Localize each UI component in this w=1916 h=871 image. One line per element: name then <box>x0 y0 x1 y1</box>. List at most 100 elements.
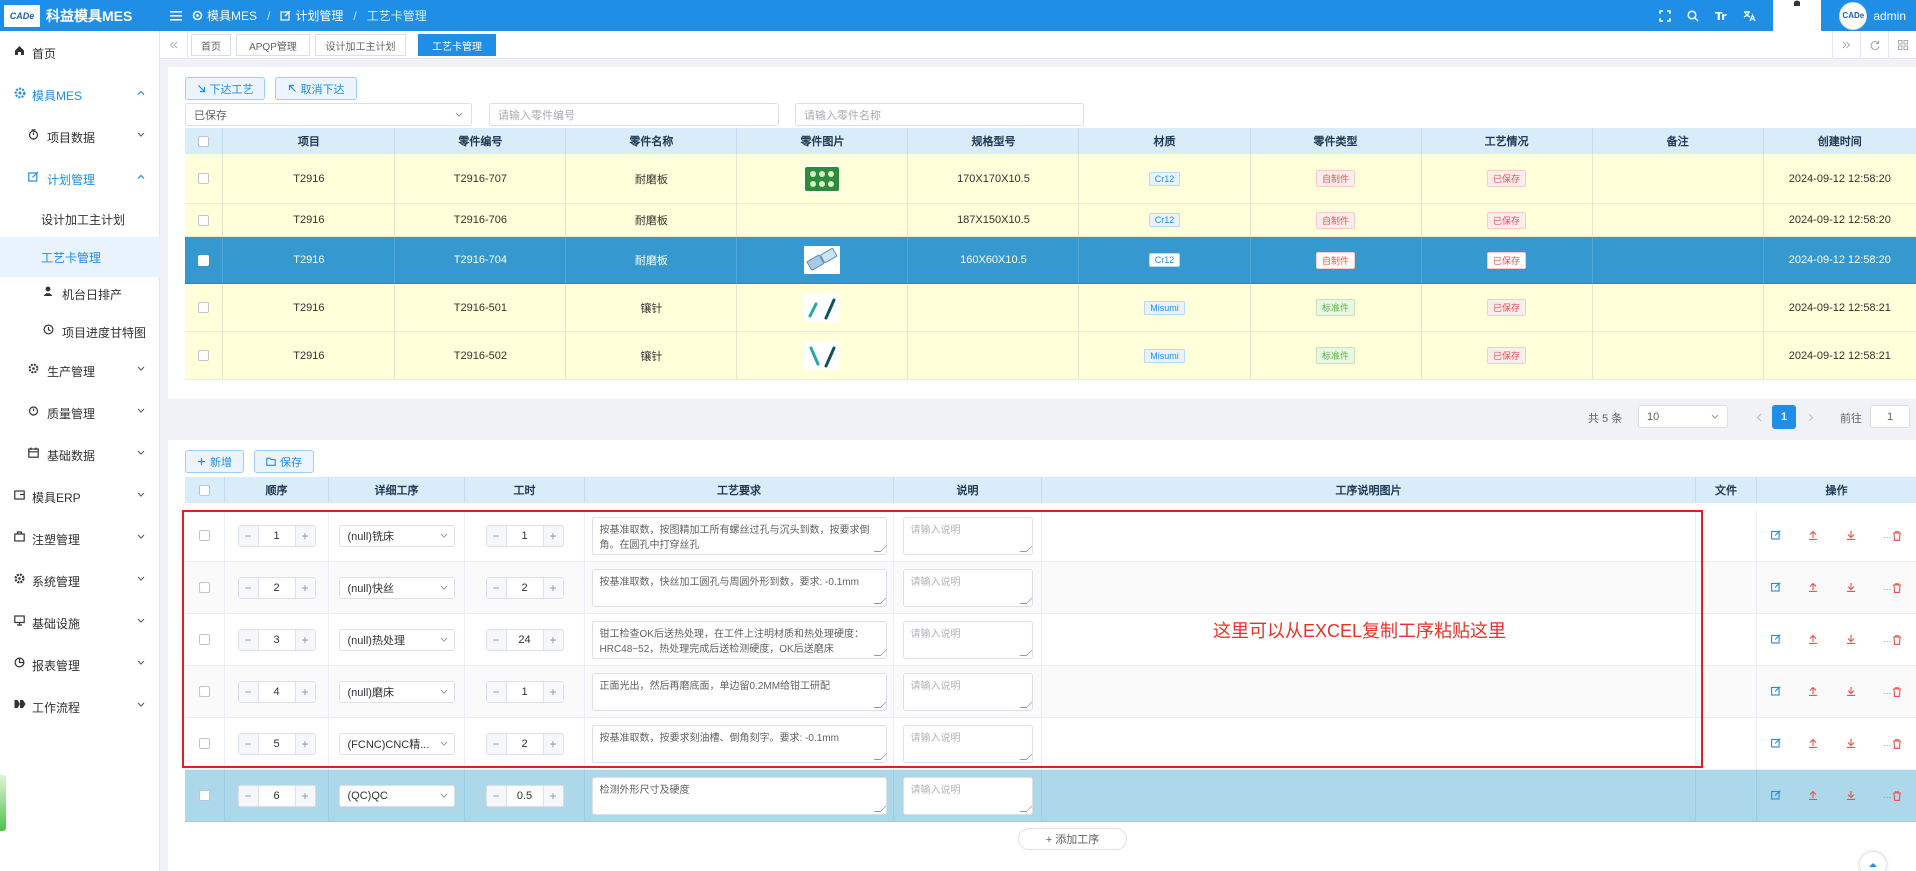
cell-process-image[interactable] <box>1042 562 1696 614</box>
breadcrumb-item[interactable]: 计划管理 <box>295 7 343 24</box>
hours-value[interactable]: 1 <box>507 682 543 702</box>
hours-value[interactable]: 24 <box>507 630 543 650</box>
sidebar-item-quality[interactable]: 质量管理 <box>0 393 160 433</box>
cell-process-image[interactable] <box>1042 718 1696 770</box>
download-icon[interactable] <box>1846 582 1856 593</box>
download-icon[interactable] <box>1846 790 1856 801</box>
operation-select[interactable]: (null)铣床 <box>338 524 455 547</box>
edit-icon[interactable] <box>1770 530 1781 541</box>
cell-part-image[interactable] <box>737 237 909 284</box>
part-no-input[interactable]: 请输入零件编号 <box>489 103 779 126</box>
download-icon[interactable] <box>1846 530 1856 541</box>
sidebar-item-mold-erp[interactable]: 模具ERP <box>0 477 160 517</box>
prev-page-icon[interactable] <box>1748 406 1770 428</box>
download-icon[interactable] <box>1846 686 1856 697</box>
sidebar-item-home[interactable]: 首页 <box>0 33 160 73</box>
decrement-button[interactable]: − <box>486 733 507 754</box>
tab-home[interactable]: 首页 <box>191 34 231 56</box>
delete-icon[interactable]: ... <box>1883 634 1902 645</box>
cell-process-image[interactable] <box>1042 666 1696 718</box>
cell-process-image[interactable] <box>1042 510 1696 562</box>
requirement-textarea[interactable]: 按基准取数，按要求刻油槽、倒角刻字。要求: -0.1mm <box>591 724 887 763</box>
increment-button[interactable]: + <box>294 785 315 806</box>
decrement-button[interactable]: − <box>238 525 259 546</box>
edit-icon[interactable] <box>1770 582 1781 593</box>
description-textarea[interactable]: 请输入说明 <box>902 620 1033 659</box>
hours-value[interactable]: 2 <box>507 578 543 598</box>
seq-value[interactable]: 3 <box>259 630 295 650</box>
process-row[interactable]: −5 + (FCNC)CNC精... −2 + 按基准取数，按要求刻油槽、倒角刻字。… <box>185 718 1916 770</box>
delete-icon[interactable]: ... <box>1883 790 1902 801</box>
sidebar-item-production[interactable]: 生产管理 <box>0 351 160 391</box>
part-name-input[interactable]: 请输入零件名称 <box>795 103 1084 126</box>
fullscreen-icon[interactable] <box>1651 0 1679 31</box>
requirement-textarea[interactable]: 按基准取数，按图精加工所有螺丝过孔与沉头到数，按要求倒角。在圆孔中打穿丝孔 <box>591 516 887 555</box>
row-checkbox[interactable] <box>185 237 224 284</box>
sidebar-item-infrastructure[interactable]: 基础设施 <box>0 603 160 643</box>
tabs-scroll-left-icon[interactable] <box>160 31 188 59</box>
requirement-textarea[interactable]: 检测外形尺寸及硬度 <box>591 776 887 815</box>
sidebar-item-base-data[interactable]: 基础数据 <box>0 435 160 475</box>
increment-button[interactable]: + <box>294 733 315 754</box>
hours-stepper[interactable]: −2 + <box>485 576 564 599</box>
sidebar-item-master-plan[interactable]: 设计加工主计划 <box>0 199 160 239</box>
cell-file[interactable] <box>1696 614 1757 666</box>
sidebar-item-reports[interactable]: 报表管理 <box>0 645 160 685</box>
table-row[interactable]: T2916 T2916-502 镶针 Misumi 标准件 已保存 2024-0… <box>185 332 1916 380</box>
operation-select[interactable]: (null)快丝 <box>338 576 455 599</box>
description-textarea[interactable]: 请输入说明 <box>902 724 1033 763</box>
delete-icon[interactable]: ... <box>1883 738 1902 749</box>
description-textarea[interactable]: 请输入说明 <box>902 776 1033 815</box>
row-checkbox[interactable] <box>185 510 225 562</box>
sidebar-item-system[interactable]: 系统管理 <box>0 561 160 601</box>
next-page-icon[interactable] <box>1800 406 1822 428</box>
upload-icon[interactable] <box>1808 790 1818 801</box>
row-checkbox[interactable] <box>185 666 225 718</box>
increment-button[interactable]: + <box>542 629 563 650</box>
upload-icon[interactable] <box>1808 738 1818 749</box>
status-select[interactable]: 已保存 <box>185 103 472 126</box>
seq-stepper[interactable]: −3 + <box>237 628 316 651</box>
increment-button[interactable]: + <box>542 785 563 806</box>
decrement-button[interactable]: − <box>238 629 259 650</box>
description-textarea[interactable]: 请输入说明 <box>902 672 1033 711</box>
sidebar-item-plan-management[interactable]: 计划管理 <box>0 159 160 199</box>
cell-part-image[interactable] <box>737 284 909 332</box>
user-menu[interactable]: CADe admin <box>1821 0 1916 31</box>
edit-icon[interactable] <box>1770 686 1781 697</box>
menu-toggle-icon[interactable] <box>160 0 192 31</box>
process-row[interactable]: −6 + (QC)QC −0.5 + 检测外形尺寸及硬度 请输入说明 ... <box>185 770 1916 822</box>
description-textarea[interactable]: 请输入说明 <box>902 516 1033 555</box>
seq-value[interactable]: 5 <box>259 734 295 754</box>
process-row[interactable]: −4 + (null)磨床 −1 + 正面光出，然后再磨底面，单边留0.2MM给钳工… <box>185 666 1916 718</box>
operation-select[interactable]: (null)热处理 <box>338 628 455 651</box>
download-icon[interactable] <box>1846 634 1856 645</box>
requirement-textarea[interactable]: 正面光出，然后再磨底面，单边留0.2MM给钳工研配 <box>591 672 887 711</box>
seq-value[interactable]: 6 <box>259 786 295 806</box>
table-row-selected[interactable]: T2916 T2916-704 耐磨板 160X60X10.5 Cr12 自制件… <box>185 237 1916 284</box>
hours-stepper[interactable]: −0.5 + <box>485 784 564 807</box>
seq-stepper[interactable]: −1 + <box>237 524 316 547</box>
operation-select[interactable]: (null)磨床 <box>338 680 455 703</box>
side-handle[interactable] <box>0 775 6 831</box>
seq-value[interactable]: 1 <box>259 526 295 546</box>
sidebar-item-machine-schedule[interactable]: 机台日排产 <box>0 274 160 314</box>
search-icon[interactable] <box>1679 0 1707 31</box>
increment-button[interactable]: + <box>294 525 315 546</box>
requirement-textarea[interactable]: 按基准取数，快丝加工圆孔与周圆外形到数，要求: -0.1mm <box>591 568 887 607</box>
increment-button[interactable]: + <box>294 577 315 598</box>
edit-icon[interactable] <box>1770 790 1781 801</box>
cell-part-image[interactable] <box>737 154 909 204</box>
hours-stepper[interactable]: −2 + <box>485 732 564 755</box>
decrement-button[interactable]: − <box>238 785 259 806</box>
grid-menu-icon[interactable] <box>1888 31 1916 59</box>
breadcrumb-item[interactable]: 模具MES <box>207 7 257 24</box>
row-checkbox[interactable] <box>185 770 225 822</box>
row-checkbox[interactable] <box>185 562 225 614</box>
cell-part-image[interactable] <box>737 332 909 380</box>
process-row[interactable]: −1 + (null)铣床 −1 + 按基准取数，按图精加工所有螺丝过孔与沉头到数，… <box>185 510 1916 562</box>
translate-icon[interactable] <box>1735 0 1763 31</box>
table-row[interactable]: T2916 T2916-501 镶针 Misumi 标准件 已保存 2024-0… <box>185 284 1916 332</box>
decrement-button[interactable]: − <box>238 681 259 702</box>
select-all-checkbox[interactable] <box>185 477 225 503</box>
